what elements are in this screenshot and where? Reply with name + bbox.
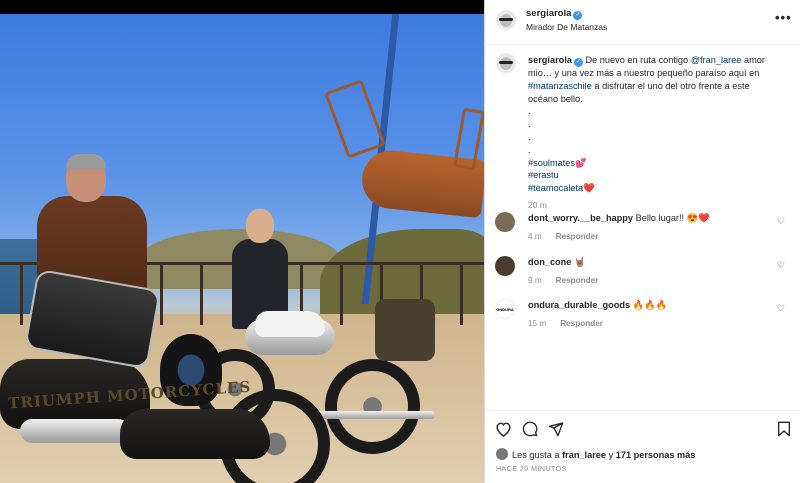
comment-text: 🤘🏽 [573,257,586,267]
comment-icon[interactable] [522,421,538,437]
commenter-avatar[interactable] [495,256,515,276]
caption-dot: . [528,106,531,117]
caption-avatar[interactable] [496,53,516,73]
comment-username[interactable]: ondura_durable_goods [528,300,630,310]
post-photo[interactable]: TRIUMPH MOTORCYCLES [0,14,484,483]
liker-avatar[interactable] [496,448,508,460]
post-location[interactable]: Mirador De Matanzas [526,22,607,32]
top-black-bar [0,0,484,14]
liker-username[interactable]: fran_laree [562,450,606,460]
comment-text: 🔥🔥🔥 [632,300,667,310]
caption-mention[interactable]: @fran_laree [691,55,742,65]
comment-like-heart-icon[interactable]: ♡ [777,303,785,314]
author-username[interactable]: sergiarola [526,8,571,19]
caption-dot: . [528,131,531,142]
commenter-avatar[interactable] [495,212,515,232]
caption-time: 20 m [528,199,547,210]
sculpture-wire [324,79,386,159]
commenter-avatar[interactable]: ONDURA [495,299,515,319]
caption-hashtag[interactable]: #soulmates💕 [528,157,773,170]
heart-icon[interactable] [495,421,512,437]
caption-hashtag[interactable]: #teamocaleta❤️ [528,182,773,195]
post-header: sergiarola ✓ Mirador De Matanzas ••• [485,0,800,45]
comment-time: 4 m [528,232,542,241]
post-caption: sergiarola ✓ De nuevo en ruta contigo @fr… [528,54,773,212]
post-actions: Les gusta a fran_laree y 171 personas má… [485,410,800,483]
comment-time: 9 m [528,276,542,285]
caption-hashtag[interactable]: #matanzaschile [528,81,592,91]
verified-badge-icon: ✓ [573,11,583,20]
send-icon[interactable] [548,421,564,437]
comment-like-heart-icon[interactable]: ♡ [777,216,785,227]
post-timestamp[interactable]: HACE 20 MINUTOS [496,466,567,473]
comment-time: 15 m [528,319,547,328]
ondura-logo-text: ONDURA [496,307,514,312]
likes-others[interactable]: 171 personas más [616,450,696,460]
bookmark-icon[interactable] [777,421,791,437]
verified-badge-icon: ✓ [573,58,583,67]
comment-username[interactable]: dont_worry.__be_happy [528,213,633,223]
likes-middle: y [608,450,614,460]
likes-summary: Les gusta a fran_laree y 171 personas má… [496,448,695,460]
more-options-icon[interactable]: ••• [775,10,792,25]
author-username-row: sergiarola ✓ [526,8,583,20]
comment-like-heart-icon[interactable]: ♡ [777,260,785,271]
reply-button[interactable]: Responder [556,276,599,285]
reply-button[interactable]: Responder [556,232,599,241]
caption-dot: . [528,144,531,155]
comment-text: Bello lugar!! 😍❤️ [635,213,710,223]
post-side-panel: sergiarola ✓ Mirador De Matanzas ••• serg… [484,0,800,483]
caption-username[interactable]: sergiarola [528,55,572,65]
caption-hashtag[interactable]: #erastu [528,169,773,182]
author-avatar[interactable] [496,10,516,30]
caption-text-1: De nuevo en ruta contigo [585,55,689,65]
comment-username[interactable]: don_cone [528,257,571,267]
reply-button[interactable]: Responder [560,319,603,328]
saddle-bag [375,299,435,361]
caption-dot: . [528,119,531,130]
likes-prefix: Les gusta a [512,450,560,460]
